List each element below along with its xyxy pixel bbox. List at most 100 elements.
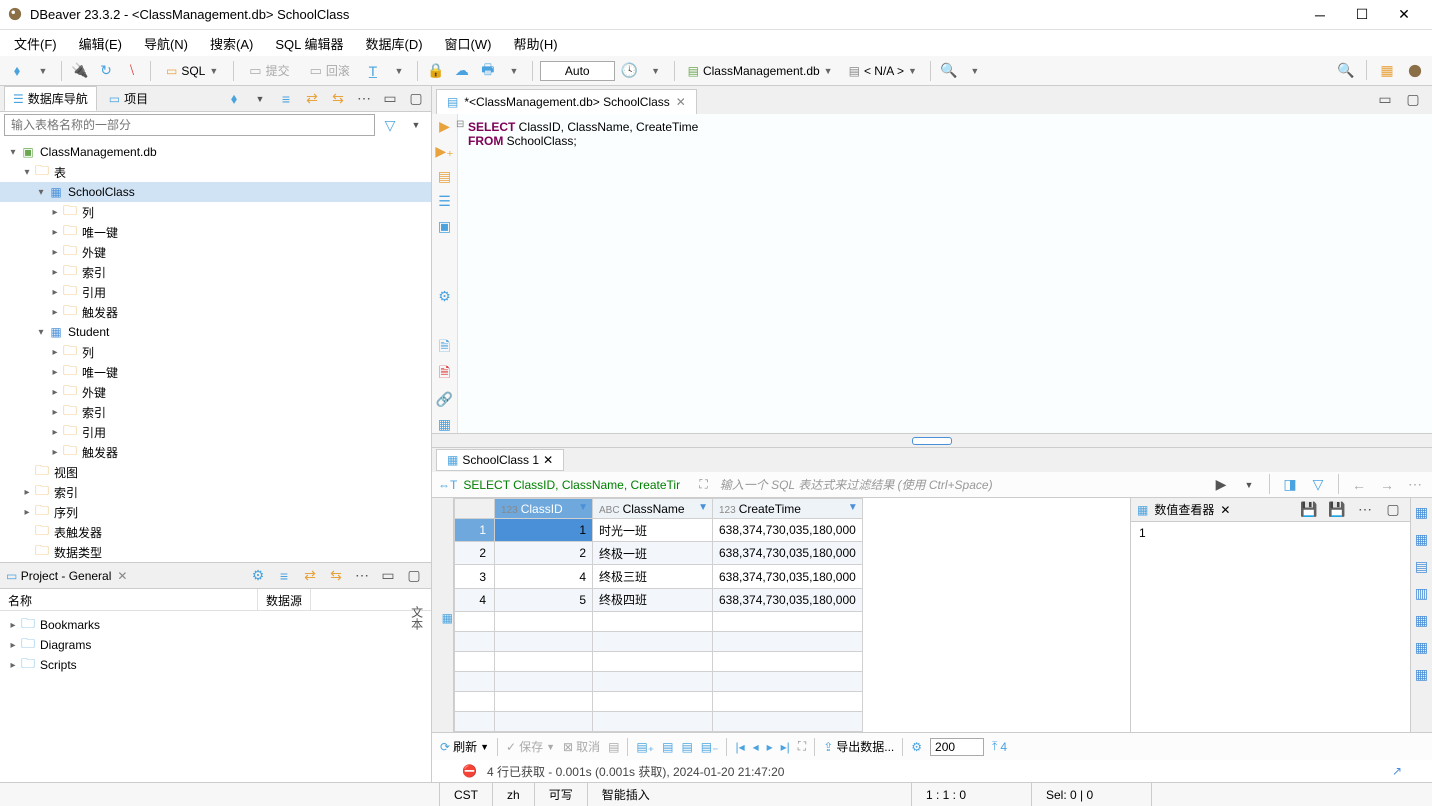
link-ed-icon[interactable]: 🔗 — [436, 391, 454, 408]
panel-grp-icon[interactable]: ▦ — [1415, 639, 1428, 656]
proj-max-icon[interactable]: ▢ — [403, 565, 425, 587]
grid-mode-icon[interactable]: ▦ — [442, 611, 453, 625]
printer-icon[interactable]: 🖶 — [477, 60, 499, 82]
filter-icon[interactable]: ▽ — [379, 114, 401, 136]
menu-help[interactable]: 帮助(H) — [503, 30, 567, 57]
proj-col-datasource[interactable]: 数据源 — [258, 589, 311, 610]
project-close-icon[interactable]: ✕ — [117, 569, 127, 583]
proj-menu-icon[interactable]: ⋯ — [351, 565, 373, 587]
sql-button[interactable]: ▭SQL ▼ — [158, 62, 226, 80]
horizontal-splitter[interactable] — [432, 434, 1432, 448]
sub2-idx[interactable]: 索引 — [82, 404, 106, 421]
vp-save2-icon[interactable]: 💾 — [1326, 499, 1348, 521]
run-icon[interactable]: ▶ — [436, 118, 454, 135]
dropdown4-icon[interactable]: ▼ — [645, 60, 667, 82]
explain-icon[interactable]: ☰ — [436, 193, 454, 210]
menu-edit[interactable]: 编辑(E) — [69, 30, 132, 57]
menu-window[interactable]: 窗口(W) — [435, 30, 502, 57]
panel-value-icon[interactable]: ▦ — [1415, 504, 1428, 521]
next-icon[interactable]: ▸ — [767, 740, 773, 754]
nav-filter-input[interactable] — [4, 114, 375, 136]
page-size-input[interactable] — [930, 738, 984, 756]
sub2-ref[interactable]: 引用 — [82, 424, 106, 441]
dropdown5-icon[interactable]: ▼ — [964, 60, 986, 82]
min-icon[interactable]: ▭ — [379, 88, 401, 110]
nav-back-icon[interactable]: ← — [1348, 474, 1370, 496]
transaction-icon[interactable]: T̲ — [362, 60, 384, 82]
sub-unique[interactable]: 唯一键 — [82, 224, 118, 241]
proj-refresh-icon[interactable]: ≡ — [273, 565, 295, 587]
db-node[interactable]: ClassManagement.db — [40, 145, 157, 159]
add-row-icon[interactable]: ▤ — [662, 740, 673, 754]
new-connection-icon[interactable]: ⬧ — [6, 60, 28, 82]
search-icon[interactable]: 🔍 — [938, 60, 960, 82]
proj-collapse-icon[interactable]: ⇄ — [299, 565, 321, 587]
proj-link-icon[interactable]: ⇆ — [325, 565, 347, 587]
panel-record-icon[interactable]: ▥ — [1415, 585, 1428, 602]
close-button[interactable]: ✕ — [1384, 1, 1424, 29]
dropdown3-icon[interactable]: ▼ — [503, 60, 525, 82]
first-icon[interactable]: |◂ — [735, 740, 744, 754]
nav-up-icon[interactable]: ⋯ — [1404, 474, 1426, 496]
res-tab-close-icon[interactable]: ✕ — [543, 453, 553, 467]
text-mode-label[interactable]: 文本 — [409, 606, 426, 630]
filter-dd-icon[interactable]: ▼ — [405, 114, 427, 136]
panel-text-icon[interactable]: ▤ — [1415, 558, 1428, 575]
sub2-fk[interactable]: 外键 — [82, 384, 106, 401]
reconnect-icon[interactable]: ↻ — [95, 60, 117, 82]
sub-fk[interactable]: 外键 — [82, 244, 106, 261]
table-schoolclass[interactable]: SchoolClass — [68, 185, 135, 199]
gear-icon[interactable]: ⚙ — [436, 288, 454, 305]
vp-menu-icon[interactable]: ⋯ — [1354, 499, 1376, 521]
proj-gear-icon[interactable]: ⚙ — [247, 565, 269, 587]
edit-row-icon[interactable]: ▤₊ — [636, 740, 654, 754]
apply-filter-icon[interactable]: ▶ — [1210, 474, 1232, 496]
export-button[interactable]: ⇪导出数据... — [823, 738, 894, 755]
commit-button[interactable]: ▭ 提交 — [241, 60, 297, 81]
database-selector[interactable]: ▤ClassManagement.db ▼ — [682, 62, 839, 80]
last-icon[interactable]: ▸| — [781, 740, 790, 754]
expand-sql-icon[interactable]: ⛶ — [699, 477, 707, 492]
indexes-node[interactable]: 索引 — [54, 484, 78, 501]
cancel-button[interactable]: ⊠ 取消 — [563, 738, 600, 755]
load-icon[interactable]: 🗎 — [436, 365, 454, 383]
panels-icon[interactable]: ▦ — [436, 416, 454, 433]
run-script-icon[interactable]: ▤ — [436, 168, 454, 185]
nav-tree[interactable]: ▾▣ClassManagement.db ▾🗀表 ▾▦SchoolClass ▸… — [0, 138, 431, 562]
menu-search[interactable]: 搜索(A) — [200, 30, 263, 57]
plug-icon[interactable]: 🔌 — [69, 60, 91, 82]
vp-max-icon[interactable]: ▢ — [1382, 499, 1404, 521]
panel-grid-icon[interactable]: ▦ — [1415, 531, 1428, 548]
disconnect-icon[interactable]: ⧵ — [121, 60, 143, 82]
collapse-icon[interactable]: ⇄ — [301, 88, 323, 110]
proj-scripts[interactable]: Scripts — [40, 658, 77, 672]
dropdown2-icon[interactable]: ▼ — [388, 60, 410, 82]
vp-save-icon[interactable]: 💾 — [1298, 499, 1320, 521]
menu-icon[interactable]: ⋯ — [353, 88, 375, 110]
filter-dd2-icon[interactable]: ▼ — [1238, 474, 1260, 496]
menu-navigate[interactable]: 导航(N) — [134, 30, 198, 57]
ed-min-icon[interactable]: ▭ — [1374, 88, 1396, 110]
menu-sql-editor[interactable]: SQL 编辑器 — [265, 30, 353, 57]
rollback-button[interactable]: ▭ 回滚 — [302, 60, 358, 81]
status-lang[interactable]: zh — [493, 783, 535, 806]
res-detach-icon[interactable]: ↗ — [1392, 764, 1402, 778]
del-row-icon[interactable]: ▤₋ — [701, 740, 719, 754]
table-student[interactable]: Student — [68, 325, 109, 339]
minimize-button[interactable]: ─ — [1300, 1, 1340, 29]
run-all-icon[interactable]: ▣ — [436, 218, 454, 235]
new-conn-icon[interactable]: ⬧ — [223, 88, 245, 110]
sub-trig[interactable]: 触发器 — [82, 304, 118, 321]
link-icon[interactable]: ⇆ — [327, 88, 349, 110]
status-tz[interactable]: CST — [440, 783, 493, 806]
sub2-unique[interactable]: 唯一键 — [82, 364, 118, 381]
sub2-trig[interactable]: 触发器 — [82, 444, 118, 461]
tab-projects[interactable]: ▭项目 — [101, 87, 156, 110]
run-new-icon[interactable]: ▶₊ — [436, 143, 454, 160]
editor-tab[interactable]: ▤ *<ClassManagement.db> SchoolClass ✕ — [436, 89, 697, 114]
nav-fwd-icon[interactable]: → — [1376, 474, 1398, 496]
menu-database[interactable]: 数据库(D) — [356, 30, 433, 57]
tab-database-navigator[interactable]: ☰数据库导航 — [4, 86, 97, 111]
filter2-icon[interactable]: ▽ — [1307, 474, 1329, 496]
save-file-icon[interactable]: 🗎 — [436, 339, 454, 357]
